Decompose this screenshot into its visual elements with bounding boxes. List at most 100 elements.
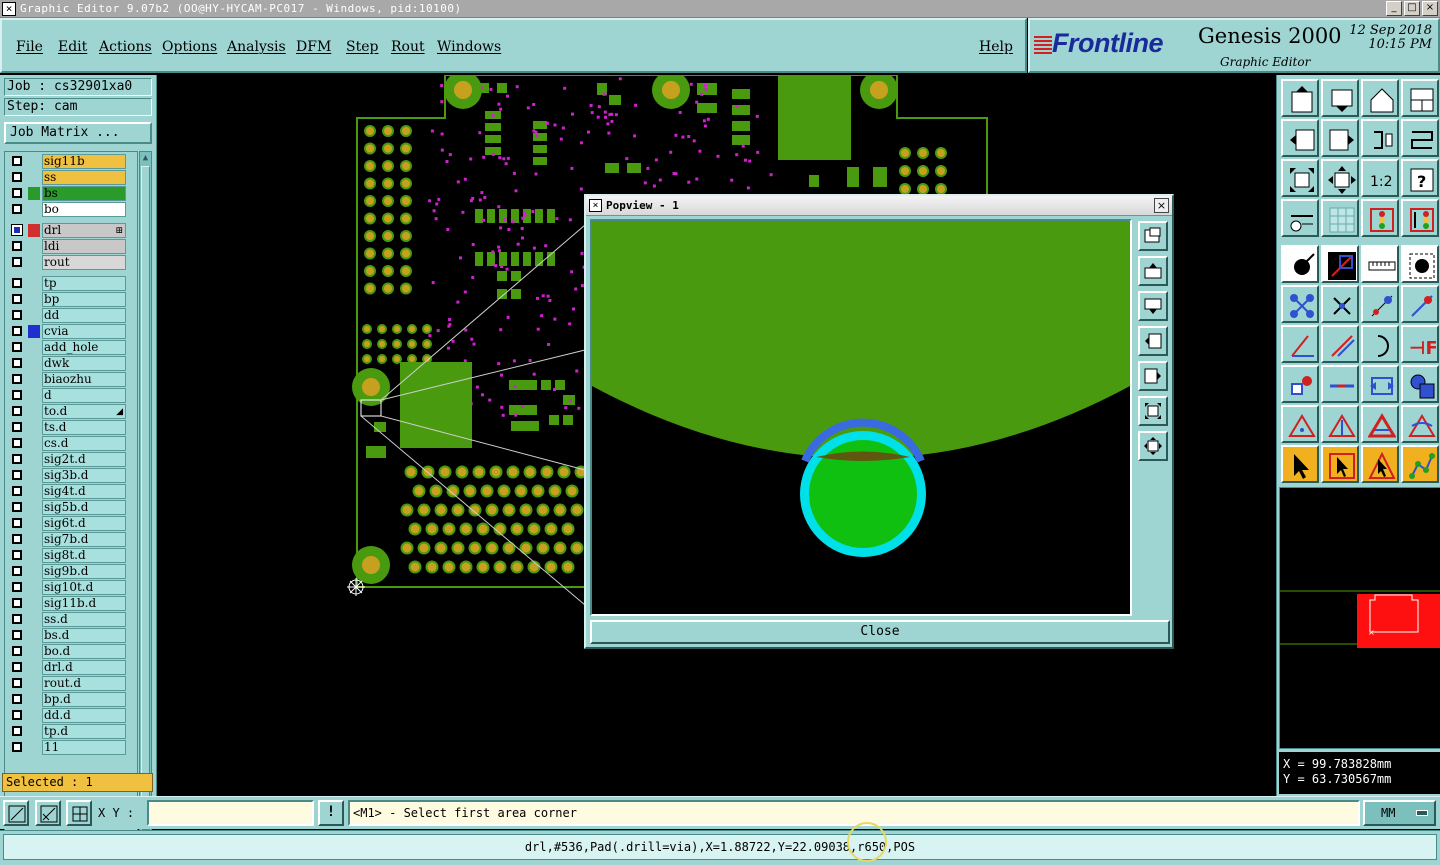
layer-row[interactable]: sig2t.d — [8, 452, 126, 467]
layer-row[interactable]: 11 — [8, 740, 126, 755]
layer-checkbox[interactable] — [12, 241, 22, 251]
pv-right-button[interactable] — [1138, 361, 1168, 391]
text-button[interactable]: ⊣F — [1401, 325, 1439, 363]
layer-name[interactable]: cvia — [42, 324, 126, 339]
layer-name[interactable]: cs.d — [42, 436, 126, 451]
popview-canvas[interactable] — [590, 219, 1132, 616]
layer-name[interactable]: bp — [42, 292, 126, 307]
measure-button[interactable] — [1321, 245, 1359, 283]
xy-input[interactable] — [147, 800, 314, 826]
edit-node-button[interactable] — [1401, 285, 1439, 323]
layer-row[interactable]: bs.d — [8, 628, 126, 643]
layer-name[interactable]: bs — [42, 186, 126, 201]
snake-button[interactable] — [1401, 119, 1439, 157]
pv-zoom-button[interactable] — [1138, 221, 1168, 251]
pv-fit-button[interactable] — [1138, 396, 1168, 426]
layer-name[interactable]: ss.d — [42, 612, 126, 627]
pv-down-button[interactable] — [1138, 291, 1168, 321]
layer-name[interactable]: ldi — [42, 239, 126, 254]
menu-step[interactable]: Step — [346, 39, 378, 55]
line-edit-button[interactable] — [1321, 365, 1359, 403]
net-button[interactable] — [1401, 445, 1439, 483]
layer-name[interactable]: bp.d — [42, 692, 126, 707]
layer-checkbox[interactable] — [12, 646, 22, 656]
pointer-button[interactable] — [1281, 445, 1319, 483]
layer-name[interactable]: sig8t.d — [42, 548, 126, 563]
layer-row[interactable]: bo — [8, 202, 126, 217]
arc-button[interactable] — [1361, 325, 1399, 363]
tri-c-button[interactable] — [1361, 405, 1399, 443]
app-icon[interactable]: × — [2, 2, 16, 16]
zoom-fit-button[interactable] — [1281, 159, 1319, 197]
resize-button[interactable] — [1361, 365, 1399, 403]
menu-edit[interactable]: Edit — [58, 39, 87, 55]
layer-checkbox[interactable] — [12, 358, 22, 368]
menu-help[interactable]: Help — [979, 39, 1013, 55]
popview-titlebar[interactable]: × Popview - 1 × — [586, 196, 1172, 216]
layer-row[interactable]: dwk — [8, 356, 126, 371]
ruler-settings-button[interactable] — [1281, 199, 1319, 237]
menu-file[interactable]: File — [16, 39, 43, 55]
layer-checkbox[interactable] — [12, 614, 22, 624]
menu-actions[interactable]: Actions — [99, 39, 152, 55]
tri-a-button[interactable] — [1281, 405, 1319, 443]
layer-checkbox[interactable] — [12, 598, 22, 608]
layer-row[interactable]: ts.d — [8, 420, 126, 435]
select-button[interactable] — [1321, 445, 1359, 483]
layer-checkbox[interactable] — [12, 502, 22, 512]
save-button[interactable] — [1321, 79, 1359, 117]
layer-row[interactable]: ss — [8, 170, 126, 185]
layer-checkbox[interactable] — [12, 518, 22, 528]
layer-row[interactable]: to.d ◢ — [8, 404, 126, 419]
layer-name[interactable]: bo — [42, 202, 126, 217]
add-pad-button[interactable] — [1281, 245, 1319, 283]
layer-name[interactable]: drl ⊞ — [42, 223, 126, 238]
pad-edit-button[interactable] — [1281, 365, 1319, 403]
layer-checkbox[interactable] — [12, 310, 22, 320]
move-button[interactable] — [1361, 285, 1399, 323]
layer-checkbox[interactable] — [12, 374, 22, 384]
layer-row[interactable]: dd.d — [8, 708, 126, 723]
layer-name[interactable]: to.d ◢ — [42, 404, 126, 419]
layer-checkbox[interactable] — [12, 630, 22, 640]
angle-button[interactable] — [1281, 325, 1319, 363]
ruler-button[interactable] — [1361, 245, 1399, 283]
layer-row[interactable]: drl.d — [8, 660, 126, 675]
layer-row[interactable]: sig4t.d — [8, 484, 126, 499]
menu-rout[interactable]: Rout — [391, 39, 425, 55]
pv-up-button[interactable] — [1138, 256, 1168, 286]
layer-row[interactable]: ldi — [8, 239, 126, 254]
layer-checkbox[interactable] — [12, 582, 22, 592]
layer-row[interactable]: bo.d — [8, 644, 126, 659]
layer-name[interactable]: tp — [42, 276, 126, 291]
layer-checkbox[interactable] — [12, 486, 22, 496]
layer-row[interactable]: rout.d — [8, 676, 126, 691]
layer-row[interactable]: sig8t.d — [8, 548, 126, 563]
layer-checkbox[interactable] — [12, 710, 22, 720]
home-button[interactable] — [1361, 79, 1399, 117]
layer-checkbox[interactable] — [12, 742, 22, 752]
layer-checkbox[interactable] — [12, 390, 22, 400]
layer-name[interactable]: sig5b.d — [42, 500, 126, 515]
layer-row[interactable]: sig3b.d — [8, 468, 126, 483]
layer-name[interactable]: drl.d — [42, 660, 126, 675]
layer-checkbox[interactable] — [12, 422, 22, 432]
layer-name[interactable]: ts.d — [42, 420, 126, 435]
layer-row[interactable]: sig10t.d — [8, 580, 126, 595]
minimize-button[interactable]: _ — [1386, 1, 1402, 16]
layer-name[interactable]: sig6t.d — [42, 516, 126, 531]
layer-checkbox[interactable] — [12, 204, 22, 214]
menu-options[interactable]: Options — [162, 39, 217, 55]
step-left-button[interactable] — [1281, 119, 1319, 157]
layer-row[interactable]: bs — [8, 186, 126, 201]
layer-checkbox[interactable] — [11, 224, 23, 236]
layer-name[interactable]: sig9b.d — [42, 564, 126, 579]
layer-checkbox[interactable] — [12, 726, 22, 736]
layer-row[interactable]: d — [8, 388, 126, 403]
layer-name[interactable]: bs.d — [42, 628, 126, 643]
layer-checkbox[interactable] — [12, 470, 22, 480]
tri-b-button[interactable] — [1321, 405, 1359, 443]
step-right-button[interactable] — [1321, 119, 1359, 157]
group-button[interactable] — [1401, 365, 1439, 403]
menu-dfm[interactable]: DFM — [296, 39, 331, 55]
